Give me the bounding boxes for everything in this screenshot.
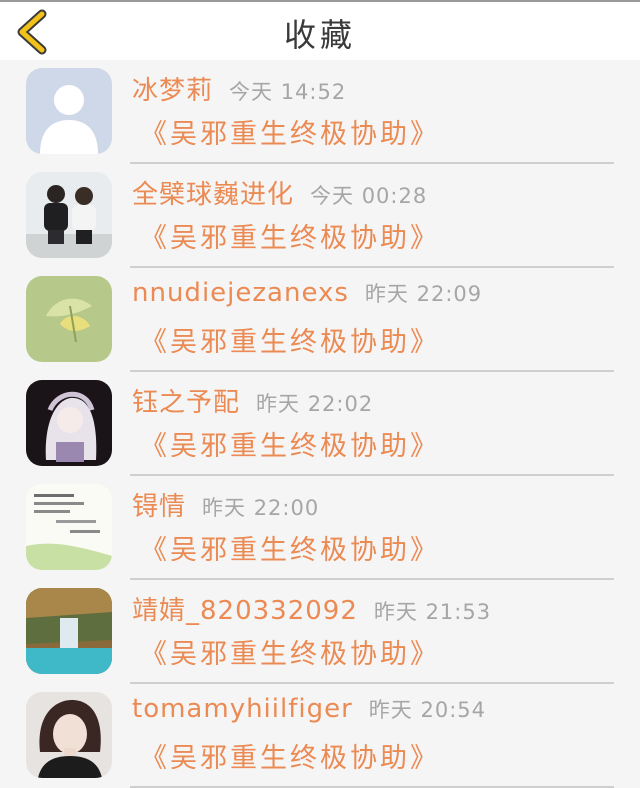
avatar[interactable]: [26, 68, 112, 154]
timestamp: 昨天 21:53: [373, 600, 492, 624]
avatar[interactable]: [26, 380, 112, 466]
list-item[interactable]: 钰之予配 昨天 22:02 《吴邪重生终极协助》: [0, 372, 640, 476]
story-title[interactable]: 《吴邪重生终极协助》: [140, 736, 440, 775]
story-title[interactable]: 《吴邪重生终极协助》: [140, 320, 440, 359]
woman-portrait-icon: [26, 692, 112, 778]
default-avatar-icon: [26, 68, 112, 154]
user-name[interactable]: 冰梦莉: [132, 76, 213, 106]
user-name[interactable]: 锝情: [132, 492, 186, 522]
item-meta: nnudiejezanexs 昨天 22:09: [132, 278, 482, 308]
user-name[interactable]: 全檗球巍进化: [132, 180, 294, 210]
list-item[interactable]: tomamyhiilfiger 昨天 20:54 《吴邪重生终极协助》: [0, 684, 640, 788]
favorites-list: 冰梦莉 今天 14:52 《吴邪重生终极协助》 全檗球巍进化 今天 00:28 《吴…: [0, 60, 640, 788]
story-title[interactable]: 《吴邪重生终极协助》: [140, 112, 440, 151]
item-meta: 钰之予配 昨天 22:02: [132, 382, 373, 419]
list-item[interactable]: 冰梦莉 今天 14:52 《吴邪重生终极协助》: [0, 60, 640, 164]
user-name[interactable]: 靖婧_820332092: [132, 596, 358, 626]
list-item[interactable]: nnudiejezanexs 昨天 22:09 《吴邪重生终极协助》: [0, 268, 640, 372]
anime-girl-icon: [26, 380, 112, 466]
item-meta: 冰梦莉 今天 14:52: [132, 70, 346, 107]
item-meta: 靖婧_820332092 昨天 21:53: [132, 590, 491, 627]
avatar[interactable]: [26, 588, 112, 674]
item-meta: 全檗球巍进化 今天 00:28: [132, 174, 427, 211]
story-title[interactable]: 《吴邪重生终极协助》: [140, 216, 440, 255]
leaf-image-icon: [26, 276, 112, 362]
story-title[interactable]: 《吴邪重生终极协助》: [140, 528, 440, 567]
timestamp: 今天 00:28: [310, 184, 428, 208]
avatar[interactable]: [26, 276, 112, 362]
user-name[interactable]: 钰之予配: [132, 388, 240, 418]
timestamp: 昨天 22:00: [202, 496, 320, 520]
story-title[interactable]: 《吴邪重生终极协助》: [140, 424, 440, 463]
list-item[interactable]: 锝情 昨天 22:00 《吴邪重生终极协助》: [0, 476, 640, 580]
user-name[interactable]: tomamyhiilfiger: [132, 694, 353, 724]
list-item[interactable]: 全檗球巍进化 今天 00:28 《吴邪重生终极协助》: [0, 164, 640, 268]
list-item[interactable]: 靖婧_820332092 昨天 21:53 《吴邪重生终极协助》: [0, 580, 640, 684]
couple-photo-icon: [26, 172, 112, 258]
avatar[interactable]: [26, 172, 112, 258]
item-meta: 锝情 昨天 22:00: [132, 486, 319, 523]
story-title[interactable]: 《吴邪重生终极协助》: [140, 632, 440, 671]
item-meta: tomamyhiilfiger 昨天 20:54: [132, 694, 486, 724]
waterfall-image-icon: [26, 588, 112, 674]
avatar[interactable]: [26, 484, 112, 570]
avatar[interactable]: [26, 692, 112, 778]
timestamp: 昨天 22:02: [256, 392, 374, 416]
timestamp: 昨天 22:09: [364, 282, 483, 306]
user-name[interactable]: nnudiejezanexs: [132, 278, 349, 308]
timestamp: 今天 14:52: [229, 80, 347, 104]
page-title: 收藏: [283, 16, 356, 54]
timestamp: 昨天 20:54: [368, 698, 486, 722]
header-bar: 收藏: [0, 0, 640, 60]
text-note-icon: [26, 484, 112, 570]
